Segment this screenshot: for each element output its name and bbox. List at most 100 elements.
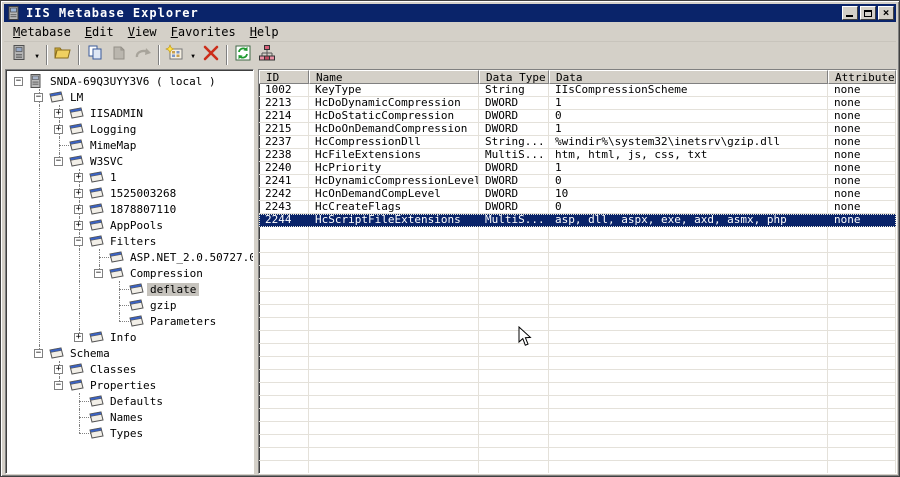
tree-node[interactable]: MimeMap <box>8 137 253 153</box>
tree-node[interactable]: + Info <box>8 329 253 345</box>
close-button[interactable]: × <box>878 6 894 20</box>
copy-button[interactable] <box>83 44 107 66</box>
collapse-icon[interactable]: − <box>94 268 103 278</box>
new-record-button[interactable] <box>163 44 187 66</box>
table-row[interactable]: 2215 HcDoOnDemandCompression DWORD 1 none <box>259 123 896 136</box>
tree-node[interactable]: + Logging <box>8 121 253 137</box>
key-icon <box>67 106 87 120</box>
tree-node-label[interactable]: Parameters <box>147 315 219 328</box>
menu-metabase[interactable]: Metabase <box>6 24 78 40</box>
maximize-button[interactable] <box>860 6 876 20</box>
collapse-icon[interactable]: − <box>74 236 83 246</box>
tree-node-label[interactable]: Info <box>107 331 140 344</box>
tree-node[interactable]: Names <box>8 409 253 425</box>
connect-server-button[interactable] <box>7 44 31 66</box>
table-row[interactable]: 2243 HcCreateFlags DWORD 0 none <box>259 201 896 214</box>
tree-node-label[interactable]: 1 <box>107 171 120 184</box>
tree-node-label[interactable]: 1525003268 <box>107 187 179 200</box>
tree-node-label[interactable]: gzip <box>147 299 180 312</box>
tree-node[interactable]: +1525003268 <box>8 185 253 201</box>
tree-node-label[interactable]: SNDA-69Q3UYY3V6 ( local ) <box>47 75 219 88</box>
refresh-button[interactable] <box>231 44 255 66</box>
tree-node[interactable]: Defaults <box>8 393 253 409</box>
tree-node-label[interactable]: W3SVC <box>87 155 126 168</box>
tree-node-label[interactable]: Types <box>107 427 146 440</box>
tree-node-label[interactable]: AppPools <box>107 219 166 232</box>
hierarchy-button[interactable] <box>255 44 279 66</box>
column-header-attributes[interactable]: Attributes <box>828 70 896 84</box>
tree-node[interactable]: − Filters <box>8 233 253 249</box>
key-icon <box>87 426 107 440</box>
column-header-name[interactable]: Name <box>309 70 479 84</box>
expand-icon[interactable]: + <box>74 332 83 342</box>
menu-edit[interactable]: Edit <box>78 24 121 40</box>
tree-node[interactable]: gzip <box>8 297 253 313</box>
tree-node-label[interactable]: Properties <box>87 379 159 392</box>
tree-node-label[interactable]: Classes <box>87 363 139 376</box>
menu-favorites[interactable]: Favorites <box>164 24 243 40</box>
tree-node[interactable]: + AppPools <box>8 217 253 233</box>
tree-node-label[interactable]: 1878807110 <box>107 203 179 216</box>
tree-node[interactable]: − SNDA-69Q3UYY3V6 ( local ) <box>8 73 253 89</box>
tree-node[interactable]: − LM <box>8 89 253 105</box>
collapse-icon[interactable]: − <box>54 156 63 166</box>
tree-node-label[interactable]: Names <box>107 411 146 424</box>
tree-node[interactable]: + IISADMIN <box>8 105 253 121</box>
tree-node-label[interactable]: Defaults <box>107 395 166 408</box>
table-row[interactable]: 2238 HcFileExtensions MultiS... htm, html, … <box>259 149 896 162</box>
table-row[interactable]: 2214 HcDoStaticCompression DWORD 0 none <box>259 110 896 123</box>
connect-server-dropdown[interactable]: ▼ <box>31 44 43 66</box>
table-row[interactable]: 2242 HcOnDemandCompLevel DWORD 10 none <box>259 188 896 201</box>
table-row[interactable]: 1002 KeyType String IIsCompressionScheme non… <box>259 84 896 97</box>
expand-icon[interactable]: + <box>54 124 63 134</box>
tree-node[interactable]: Types <box>8 425 253 441</box>
table-row[interactable]: 2237 HcCompressionDll String... %windir%\sy… <box>259 136 896 149</box>
tree-node[interactable]: − Properties <box>8 377 253 393</box>
menu-help[interactable]: Help <box>243 24 286 40</box>
table-row[interactable]: 2241 HcDynamicCompressionLevel DWORD 0 none <box>259 175 896 188</box>
column-header-data-type[interactable]: Data Type <box>479 70 549 84</box>
tree-node[interactable]: − W3SVC <box>8 153 253 169</box>
tree-node[interactable]: − Schema <box>8 345 253 361</box>
menu-view[interactable]: View <box>121 24 164 40</box>
column-header-id[interactable]: ID <box>259 70 309 84</box>
undo-button[interactable] <box>131 44 155 66</box>
tree-node[interactable]: deflate <box>8 281 253 297</box>
expand-icon[interactable]: + <box>74 172 83 182</box>
tree-node-label[interactable]: Schema <box>67 347 113 360</box>
tree-node-label[interactable]: Filters <box>107 235 159 248</box>
tree-node[interactable]: Parameters <box>8 313 253 329</box>
expand-icon[interactable]: + <box>74 204 83 214</box>
collapse-icon[interactable]: − <box>34 348 43 358</box>
collapse-icon[interactable]: − <box>34 92 43 102</box>
tree-node[interactable]: ASP.NET_2.0.50727.0 <box>8 249 253 265</box>
collapse-icon[interactable]: − <box>54 380 63 390</box>
expand-icon[interactable]: + <box>54 364 63 374</box>
tree-node-label[interactable]: Logging <box>87 123 139 136</box>
tree-node-label[interactable]: ASP.NET_2.0.50727.0 <box>127 251 253 264</box>
tree-node[interactable]: +1878807110 <box>8 201 253 217</box>
app-window: IIS Metabase Explorer × Metabase Edit View… <box>0 0 900 477</box>
paste-button[interactable] <box>107 44 131 66</box>
delete-button[interactable] <box>199 44 223 66</box>
minimize-button[interactable] <box>842 6 858 20</box>
open-button[interactable] <box>51 44 75 66</box>
tree-node[interactable]: + Classes <box>8 361 253 377</box>
tree-node-label[interactable]: deflate <box>147 282 200 296</box>
titlebar[interactable]: IIS Metabase Explorer × <box>4 4 896 22</box>
tree-node[interactable]: − Compression <box>8 265 253 281</box>
tree-node-label[interactable]: LM <box>67 91 86 104</box>
table-row[interactable]: 2244 HcScriptFileExtensions MultiS... asp, … <box>259 214 896 227</box>
table-row[interactable]: 2240 HcPriority DWORD 1 none <box>259 162 896 175</box>
column-header-data[interactable]: Data <box>549 70 828 84</box>
expand-icon[interactable]: + <box>54 108 63 118</box>
table-row[interactable]: 2213 HcDoDynamicCompression DWORD 1 none <box>259 97 896 110</box>
collapse-icon[interactable]: − <box>14 76 23 86</box>
tree-node-label[interactable]: IISADMIN <box>87 107 146 120</box>
tree-node[interactable]: +1 <box>8 169 253 185</box>
expand-icon[interactable]: + <box>74 188 83 198</box>
new-record-dropdown[interactable]: ▼ <box>187 44 199 66</box>
tree-node-label[interactable]: Compression <box>127 267 206 280</box>
expand-icon[interactable]: + <box>74 220 83 230</box>
tree-node-label[interactable]: MimeMap <box>87 139 139 152</box>
